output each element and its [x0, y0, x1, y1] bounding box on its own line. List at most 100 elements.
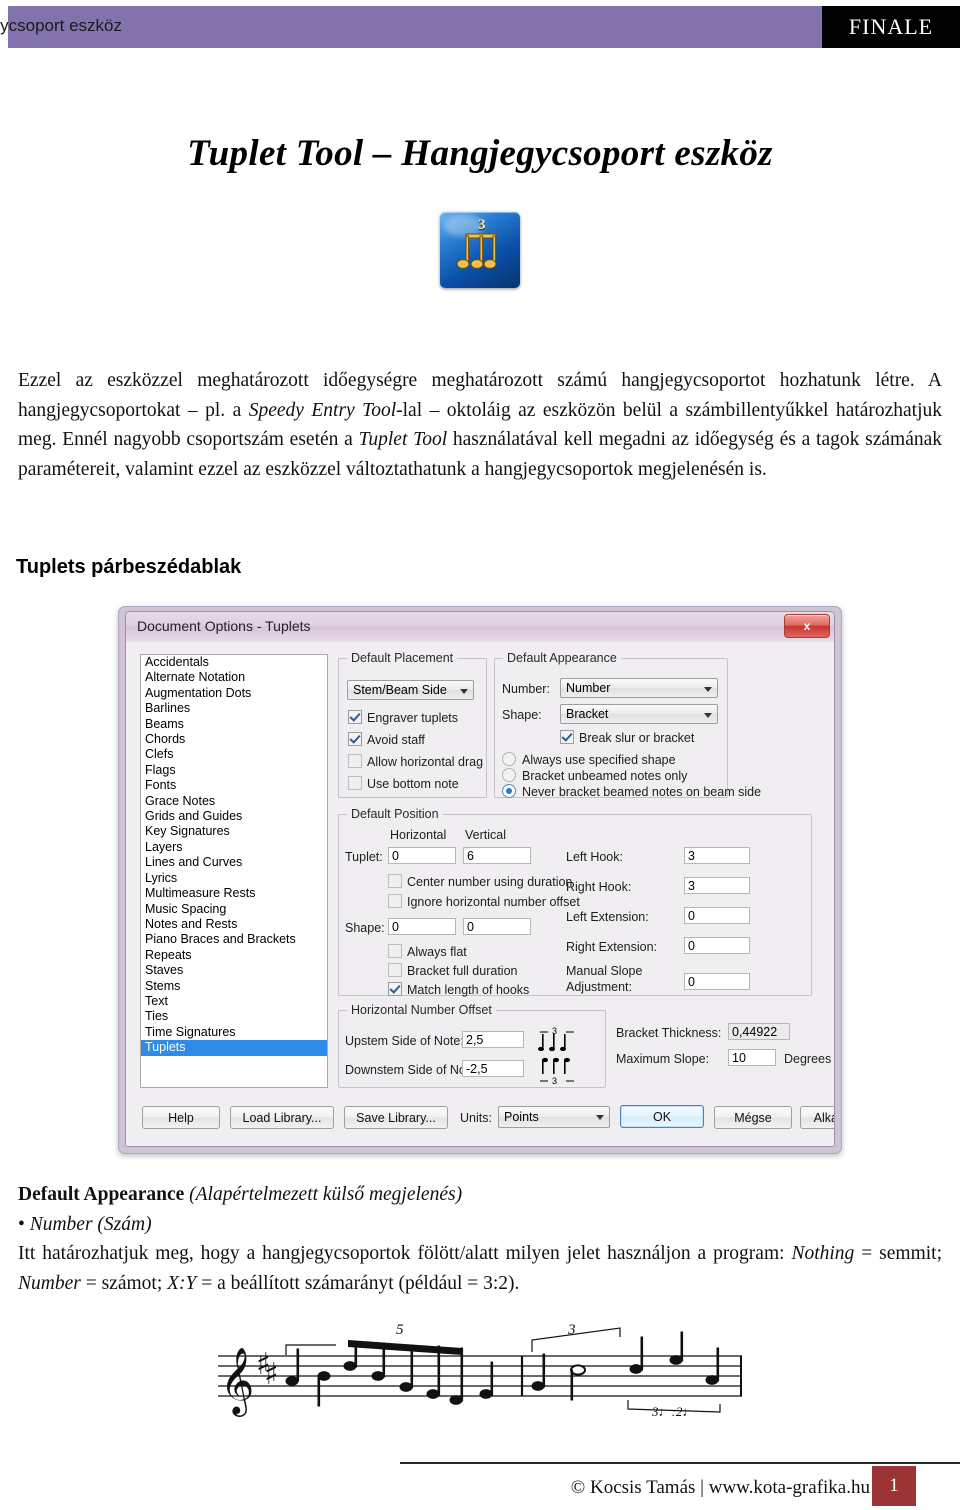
category-list-item[interactable]: Ties	[141, 1009, 327, 1024]
label-maximum-slope: Maximum Slope:	[616, 1052, 710, 1066]
checkbox-center-number-using-duration[interactable]: Center number using duration	[388, 874, 572, 889]
running-header-title: Tuplet Tool – Hangjegycsoport eszköz	[0, 16, 122, 35]
category-list-item[interactable]: Beams	[141, 717, 327, 732]
radio-never-bracket-beamed-notes[interactable]: Never bracket beamed notes on beam side	[502, 784, 761, 799]
checkbox-allow-horizontal-drag[interactable]: Allow horizontal drag	[348, 754, 483, 769]
checkbox-use-bottom-note[interactable]: Use bottom note	[348, 776, 459, 791]
left-hook-field[interactable]: 3	[684, 847, 750, 864]
ok-button[interactable]: OK	[620, 1105, 704, 1128]
close-icon[interactable]: x	[784, 614, 830, 638]
treble-clef-icon: 𝄞	[220, 1346, 254, 1417]
category-list-item[interactable]: Grace Notes	[141, 794, 327, 809]
label-left-hook: Left Hook:	[566, 850, 623, 864]
category-list-item[interactable]: Chords	[141, 732, 327, 747]
footer-copyright: © Kocsis Tamás | www.kota-grafika.hu	[570, 1477, 870, 1498]
left-extension-field[interactable]: 0	[684, 907, 750, 924]
beam-group	[348, 1340, 462, 1355]
units-combo[interactable]: Points	[498, 1106, 610, 1128]
chevron-down-icon	[704, 687, 712, 692]
document-options-dialog: Document Options - Tuplets x Accidentals…	[118, 606, 842, 1154]
upstem-offset-field[interactable]: 2,5	[462, 1031, 524, 1048]
category-list-item[interactable]: Staves	[141, 963, 327, 978]
sharp-icon-2: ♯	[264, 1357, 279, 1392]
category-list-item[interactable]: Tuplets	[141, 1040, 327, 1056]
category-list-item[interactable]: Lyrics	[141, 871, 327, 886]
apply-button[interactable]: Alkalmaz	[800, 1106, 834, 1129]
shape-combo[interactable]: Bracket	[560, 704, 718, 724]
maximum-slope-field[interactable]: 10	[728, 1049, 776, 1066]
right-hook-field[interactable]: 3	[684, 877, 750, 894]
checkbox-label: Use bottom note	[367, 777, 459, 791]
dialog-window: Document Options - Tuplets x Accidentals…	[125, 611, 835, 1147]
tuplet-vertical-field[interactable]: 6	[463, 847, 531, 864]
shape-combo-value: Bracket	[566, 707, 609, 721]
checkbox-break-slur-or-bracket[interactable]: Break slur or bracket	[560, 730, 694, 745]
category-list-item[interactable]: Fonts	[141, 778, 327, 793]
category-list-item[interactable]: Multimeasure Rests	[141, 886, 327, 901]
label-upstem-side-of-note: Upstem Side of Note:	[345, 1034, 464, 1048]
category-list-item[interactable]: Alternate Notation	[141, 670, 327, 685]
radio-bracket-unbeamed-notes-only[interactable]: Bracket unbeamed notes only	[502, 768, 687, 783]
checkbox-bracket-full-duration[interactable]: Bracket full duration	[388, 963, 517, 978]
cancel-button[interactable]: Mégse	[714, 1106, 792, 1129]
default-appearance-explanation: Default Appearance (Alapértelmezett küls…	[18, 1184, 942, 1294]
checkbox-ignore-horizontal-number-offset[interactable]: Ignore horizontal number offset	[388, 894, 580, 909]
checkbox-box	[560, 730, 574, 744]
checkbox-match-length-of-hooks[interactable]: Match length of hooks	[388, 982, 529, 997]
radio-label: Always use specified shape	[522, 753, 676, 767]
label-shape-position: Shape:	[345, 921, 385, 935]
manual-slope-field[interactable]: 0	[684, 973, 750, 990]
category-list-item[interactable]: Clefs	[141, 747, 327, 762]
category-list-item[interactable]: Notes and Rests	[141, 917, 327, 932]
load-library-button[interactable]: Load Library...	[230, 1106, 334, 1129]
category-list-item[interactable]: Stems	[141, 979, 327, 994]
category-list-item[interactable]: Key Signatures	[141, 824, 327, 839]
footer-page-number: 1	[872, 1466, 916, 1506]
category-list-item[interactable]: Lines and Curves	[141, 855, 327, 870]
category-list-item[interactable]: Layers	[141, 840, 327, 855]
category-list-item[interactable]: Augmentation Dots	[141, 686, 327, 701]
radio-dot	[502, 768, 516, 782]
label-left-extension: Left Extension:	[566, 910, 649, 924]
checkbox-avoid-staff[interactable]: Avoid staff	[348, 732, 425, 747]
checkbox-always-flat[interactable]: Always flat	[388, 944, 467, 959]
tuplet-number-3: 3	[567, 1322, 576, 1338]
tuplet-horizontal-field[interactable]: 0	[388, 847, 456, 864]
radio-always-use-specified-shape[interactable]: Always use specified shape	[502, 752, 676, 767]
help-button[interactable]: Help	[142, 1106, 220, 1129]
category-list-item[interactable]: Repeats	[141, 948, 327, 963]
dialog-section-heading: Tuplets párbeszédablak	[16, 556, 242, 578]
category-list-item[interactable]: Accidentals	[141, 655, 327, 670]
label-shape: Shape:	[502, 708, 542, 722]
right-extension-field[interactable]: 0	[684, 937, 750, 954]
checkbox-label: Avoid staff	[367, 733, 425, 747]
save-library-button[interactable]: Save Library...	[344, 1106, 448, 1129]
number-combo[interactable]: Number	[560, 678, 718, 698]
label-right-extension: Right Extension:	[566, 940, 658, 954]
category-list-item[interactable]: Music Spacing	[141, 902, 327, 917]
dialog-body: Accidentals Alternate Notation Augmentatio…	[126, 642, 834, 1146]
tuplet-tool-icon: 3	[440, 212, 520, 288]
checkbox-engraver-tuplets[interactable]: Engraver tuplets	[348, 710, 458, 725]
shape-vertical-field[interactable]: 0	[463, 918, 531, 935]
category-list-item[interactable]: Barlines	[141, 701, 327, 716]
label-tuplet: Tuplet:	[345, 850, 383, 864]
radio-dot	[502, 784, 516, 798]
label-right-hook: Right Hook:	[566, 880, 632, 894]
category-list-item[interactable]: Grids and Guides	[141, 809, 327, 824]
category-list-item[interactable]: Piano Braces and Brackets	[141, 932, 327, 947]
bracket-thickness-field[interactable]: 0,44922	[728, 1023, 790, 1040]
checkbox-box	[388, 944, 402, 958]
category-list-item[interactable]: Time Signatures	[141, 1025, 327, 1040]
downstem-offset-field[interactable]: -2,5	[462, 1060, 524, 1077]
category-list-item[interactable]: Flags	[141, 763, 327, 778]
placement-combo[interactable]: Stem/Beam Side	[347, 680, 474, 700]
category-listbox[interactable]: Accidentals Alternate Notation Augmentatio…	[140, 654, 328, 1088]
category-list-item[interactable]: Text	[141, 994, 327, 1009]
shape-horizontal-field[interactable]: 0	[388, 918, 456, 935]
checkbox-label: Allow horizontal drag	[367, 755, 484, 769]
checkbox-box	[348, 776, 362, 790]
radio-label: Bracket unbeamed notes only	[522, 769, 688, 783]
checkbox-box	[388, 982, 402, 996]
footer-divider	[400, 1462, 960, 1464]
